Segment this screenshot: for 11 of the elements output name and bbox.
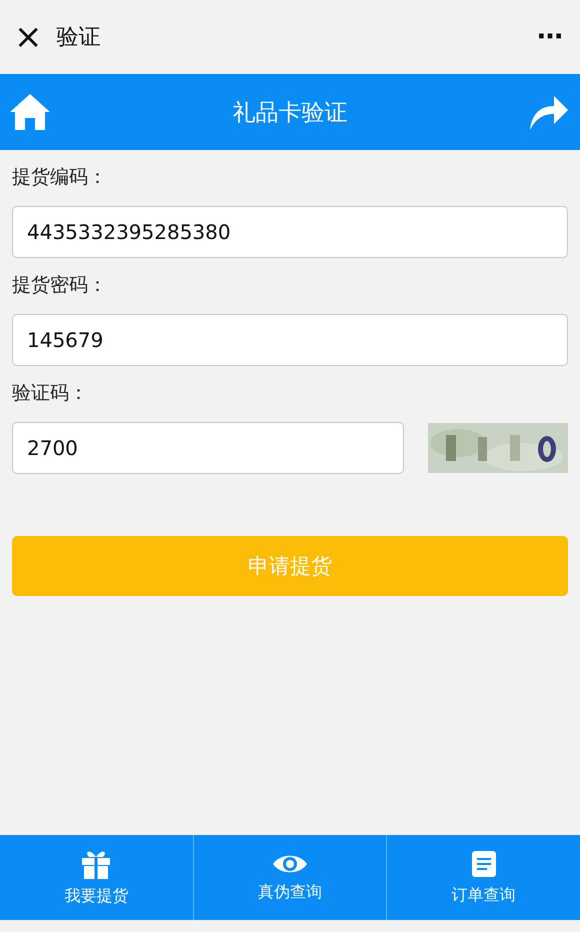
input-field[interactable]: 4435332395285380 <box>12 206 568 258</box>
close-icon[interactable]: × <box>14 20 42 54</box>
page-title: 礼品卡验证 <box>232 98 348 128</box>
home-icon[interactable] <box>8 92 52 132</box>
input-field[interactable]: 2700 <box>12 422 404 474</box>
field-label: 验证码： <box>12 381 89 406</box>
field-label: 提货密码： <box>12 273 108 298</box>
more-icon[interactable]: ⋯ <box>537 22 564 52</box>
input-field[interactable]: 145679 <box>12 314 568 366</box>
window-title: 验证 <box>56 24 102 52</box>
field-label: 提货编码： <box>12 165 108 190</box>
